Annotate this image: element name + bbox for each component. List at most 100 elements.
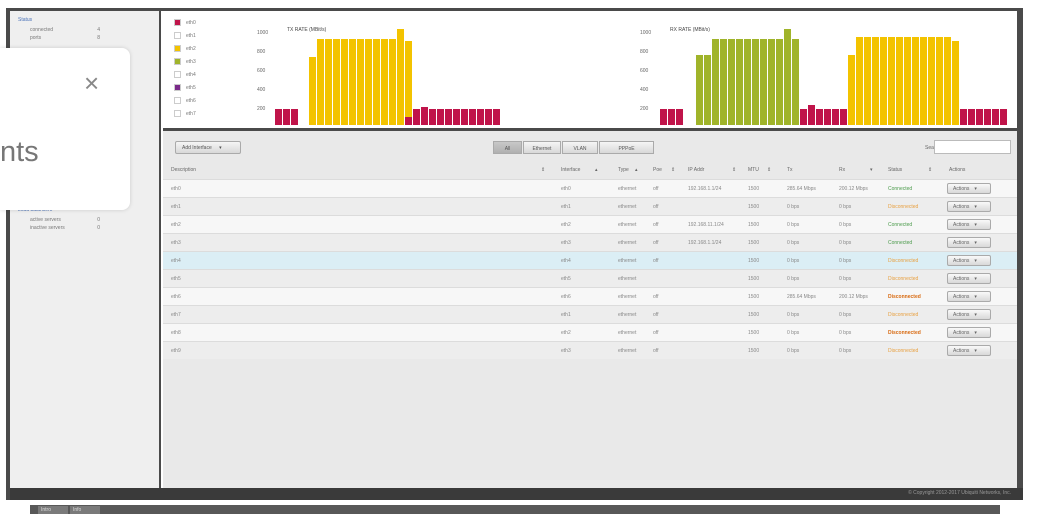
chart-bar <box>405 41 412 125</box>
chevron-down-icon: ▾ <box>974 186 977 192</box>
chart-bar <box>896 37 903 125</box>
cell-mtu: 1500 <box>748 294 760 300</box>
cell-description: eth7 <box>171 312 181 318</box>
chart-bar <box>381 39 388 125</box>
row-actions-button[interactable]: Actions ▾ <box>947 309 991 320</box>
column-header-sort-icon: ⇕ <box>928 167 933 173</box>
row-actions-button[interactable]: Actions ▾ <box>947 345 991 356</box>
column-header-status[interactable]: Status <box>888 167 902 173</box>
cell-rx: 0 bps <box>839 222 852 228</box>
table-row[interactable]: eth2 eth2 ethernet off 192.168.11.1/24 1500 0 … <box>163 215 1017 233</box>
chart-bar <box>904 37 911 125</box>
chart-bar <box>728 39 735 125</box>
chart-bar <box>776 39 783 125</box>
add-interface-label: Add Interface <box>182 145 212 151</box>
chart-bar <box>736 39 743 125</box>
column-header-interface[interactable]: Interface <box>561 167 580 173</box>
chart-title: RX RATE (MBit/s) <box>670 27 710 33</box>
cell-type: ethernet <box>618 204 637 210</box>
chart-bar <box>317 39 324 125</box>
chart-bar <box>309 57 316 125</box>
chart-bar <box>880 37 887 125</box>
chart-bar <box>912 37 919 125</box>
column-header-sort-icon: ⇕ <box>671 167 676 173</box>
sidebar-summary-count: 4 <box>97 27 100 33</box>
cell-mtu: 1500 <box>748 312 760 318</box>
column-header-tx[interactable]: Tx <box>787 167 793 173</box>
column-header-description[interactable]: Description <box>171 167 196 173</box>
filter-pppoe-button[interactable]: PPPoE <box>599 141 654 154</box>
table-row[interactable]: eth7 eth1 ethernet off 1500 0 bps 0 bps Disconn… <box>163 305 1017 323</box>
row-actions-button[interactable]: Actions ▾ <box>947 327 991 338</box>
chevron-down-icon: ▾ <box>974 276 977 282</box>
chart-bar <box>373 39 380 125</box>
taskbar-tab[interactable]: Intro <box>38 506 68 514</box>
sidebar-server-label: active servers <box>30 217 61 223</box>
cell-type: ethernet <box>618 276 637 282</box>
filter-all-button[interactable]: All <box>493 141 522 154</box>
cell-poe: off <box>653 330 659 336</box>
column-header-rx[interactable]: Rx <box>839 167 845 173</box>
cell-rx: 200.12 Mbps <box>839 186 868 192</box>
cell-type: ethernet <box>618 294 637 300</box>
table-row[interactable]: eth6 eth6 ethernet off 1500 285.64 Mbps 200.12… <box>163 287 1017 305</box>
cell-status: Disconnected <box>888 204 919 210</box>
chevron-down-icon: ▾ <box>974 312 977 318</box>
cell-interface: eth0 <box>561 186 571 192</box>
table-row[interactable]: eth5 eth5 ethernet 1500 0 bps 0 bps Disconnect… <box>163 269 1017 287</box>
row-actions-button[interactable]: Actions ▾ <box>947 183 991 194</box>
column-header-type[interactable]: Type <box>618 167 629 173</box>
add-interface-button[interactable]: Add Interface ▾ <box>175 141 241 154</box>
chart-title: TX RATE (MBit/s) <box>287 27 327 33</box>
chart-bar <box>800 109 807 125</box>
sidebar-server-label: inactive servers <box>30 225 65 231</box>
column-header-sort-icon: ⇕ <box>732 167 737 173</box>
legend-swatch <box>174 19 181 26</box>
legend-swatch <box>174 45 181 52</box>
row-actions-button[interactable]: Actions ▾ <box>947 219 991 230</box>
chevron-down-icon: ▾ <box>974 204 977 210</box>
close-icon[interactable]: × <box>84 70 99 96</box>
cell-mtu: 1500 <box>748 186 760 192</box>
chart-bar <box>840 109 847 125</box>
sidebar-status-link[interactable]: Status <box>18 17 32 23</box>
filter-ethernet-button[interactable]: Ethernet <box>523 141 561 154</box>
chevron-down-icon: ▾ <box>974 258 977 264</box>
cell-status: Connected <box>888 222 913 228</box>
chart-bar <box>325 39 332 125</box>
app-window: Status connected 4 ports 8 Load balancer… <box>0 0 1044 514</box>
cell-status: Disconnected <box>888 258 919 264</box>
cell-tx: 0 bps <box>787 204 800 210</box>
cell-poe: off <box>653 258 659 264</box>
table-row[interactable]: eth4 eth4 ethernet off 1500 0 bps 0 bps Disconn… <box>163 251 1017 269</box>
table-row[interactable]: eth9 eth3 ethernet off 1500 0 bps 0 bps Disconn… <box>163 341 1017 359</box>
legend-swatch <box>174 84 181 91</box>
row-actions-button[interactable]: Actions ▾ <box>947 237 991 248</box>
column-header-mtu[interactable]: MTU <box>748 167 759 173</box>
filter-vlan-button[interactable]: VLAN <box>562 141 598 154</box>
column-header-poe[interactable]: Poe <box>653 167 662 173</box>
sort-desc-icon: ▾ <box>870 167 873 173</box>
traffic-charts-panel: eth0 eth1 eth2 eth3 eth4 eth5 eth6 eth7 TX RATE… <box>163 11 1017 130</box>
table-row[interactable]: eth3 eth3 ethernet off 192.168.1.1/24 1500 0 b… <box>163 233 1017 251</box>
cell-mtu: 1500 <box>748 330 760 336</box>
row-actions-label: Actions <box>953 240 970 246</box>
taskbar-tab[interactable]: Info <box>70 506 100 514</box>
cell-tx: 0 bps <box>787 258 800 264</box>
row-actions-button[interactable]: Actions ▾ <box>947 255 991 266</box>
search-input[interactable] <box>934 140 1011 154</box>
cell-tx: 0 bps <box>787 240 800 246</box>
table-row[interactable]: eth1 eth1 ethernet off 1500 0 bps 0 bps Disconn… <box>163 197 1017 215</box>
chart-bar <box>696 55 703 125</box>
row-actions-button[interactable]: Actions ▾ <box>947 273 991 284</box>
cell-status: Disconnected <box>888 330 921 336</box>
cell-type: ethernet <box>618 258 637 264</box>
row-actions-button[interactable]: Actions ▾ <box>947 201 991 212</box>
cell-ip-address: 192.168.1.1/24 <box>688 186 722 192</box>
chart-bar <box>968 109 975 125</box>
table-row[interactable]: eth0 eth0 ethernet off 192.168.1.1/24 1500 285… <box>163 179 1017 197</box>
chart-tick-label: 600 <box>640 68 649 74</box>
table-row[interactable]: eth8 eth2 ethernet off 1500 0 bps 0 bps Disconn… <box>163 323 1017 341</box>
row-actions-button[interactable]: Actions ▾ <box>947 291 991 302</box>
column-header-ip[interactable]: IP Addr <box>688 167 704 173</box>
